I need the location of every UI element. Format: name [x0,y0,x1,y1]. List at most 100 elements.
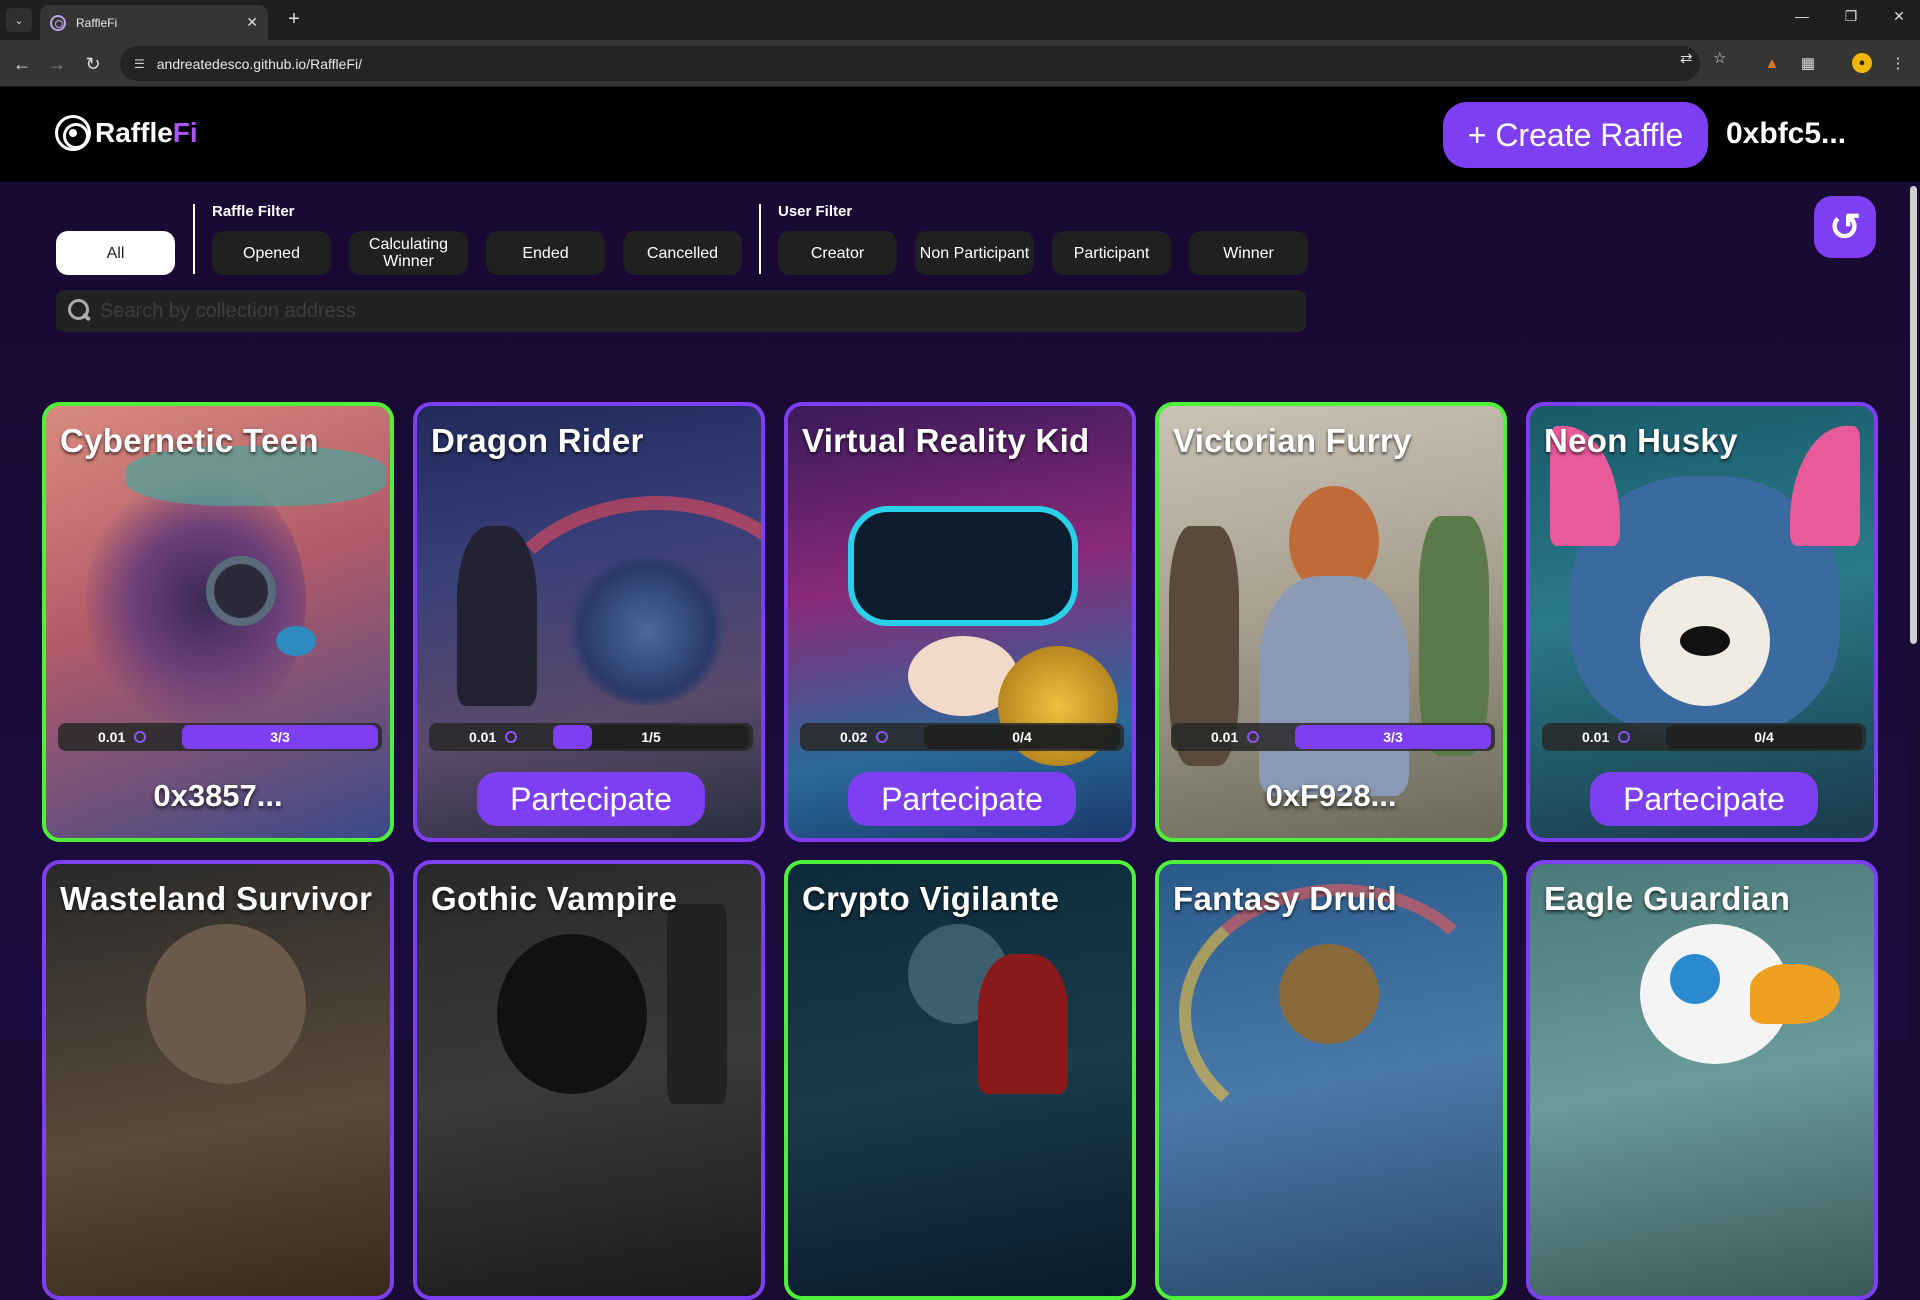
reload-icon[interactable]: ↻ [79,50,107,78]
create-raffle-button[interactable]: + Create Raffle [1443,102,1708,168]
raffle-stats: 0.02 0/4 [800,723,1124,751]
ticket-price: 0.01 [98,729,126,745]
eth-icon [1247,731,1259,743]
filter-divider [759,204,761,274]
filter-non-participant-button[interactable]: Non Participant [915,231,1034,275]
user-filter-title: User Filter [778,203,853,220]
filter-calculating-winner-button[interactable]: Calculating Winner [349,231,468,275]
page-scrollbar[interactable] [1907,182,1920,1040]
filter-opened-button[interactable]: Opened [212,231,331,275]
close-icon[interactable]: ✕ [246,14,258,31]
more-menu-icon[interactable]: ⋮ [1888,53,1908,73]
back-arrow-icon[interactable]: ← [8,50,36,78]
tickets-count: 0/4 [1754,729,1774,745]
site-info-icon[interactable]: ☰ [134,57,145,71]
tickets-progress: 3/3 [1295,725,1491,749]
bookmark-star-icon[interactable]: ☆ [1713,49,1726,67]
tickets-count: 0/4 [1012,729,1032,745]
card-title: Fantasy Druid [1173,880,1397,917]
logo-icon [55,115,91,151]
partecipate-button[interactable]: Partecipate [477,772,705,826]
card-title: Victorian Furry [1173,422,1412,459]
new-tab-button[interactable]: + [282,8,306,31]
nft-image [1159,406,1503,838]
tab-title: RaffleFi [76,15,118,30]
eth-icon [505,731,517,743]
logo-text: RaffleFi [95,117,198,148]
search-icon [66,297,94,325]
tickets-progress: 1/5 [553,725,749,749]
search-input[interactable] [100,299,1280,323]
forward-arrow-icon[interactable]: → [43,50,71,78]
rafflefi-logo[interactable]: RaffleFi [55,115,198,151]
scrollbar-thumb[interactable] [1910,186,1917,644]
nft-image [46,406,390,838]
refresh-icon: ↺ [1829,206,1861,249]
nft-image [417,864,761,1296]
tickets-progress: 0/4 [924,725,1120,749]
wallet-address[interactable]: 0xbfc5... [1726,117,1846,151]
tickets-count: 3/3 [270,729,290,745]
raffle-stats: 0.01 1/5 [429,723,753,751]
tickets-count: 1/5 [641,729,661,745]
chevron-down-icon: ⌄ [14,14,24,27]
minimize-icon[interactable]: — [1787,8,1817,24]
card-title: Neon Husky [1544,422,1738,459]
filter-ended-button[interactable]: Ended [486,231,605,275]
address-bar[interactable]: ☰ andreatedesco.github.io/RaffleFi/ [120,46,1700,81]
url-text: andreatedesco.github.io/RaffleFi/ [156,55,362,72]
card-title: Crypto Vigilante [802,880,1060,917]
tickets-count: 3/3 [1383,729,1403,745]
raffle-card[interactable]: Fantasy Druid [1155,860,1507,1300]
winner-address: 0x3857... [153,778,283,813]
card-title: Gothic Vampire [431,880,678,917]
partecipate-button[interactable]: Partecipate [1590,772,1818,826]
refresh-button[interactable]: ↺ [1814,196,1876,258]
raffle-stats: 0.01 3/3 [1171,723,1495,751]
app-header: RaffleFi + Create Raffle 0xbfc5... [0,87,1920,182]
browser-toolbar: ← → ↻ ☰ andreatedesco.github.io/RaffleFi… [0,40,1920,87]
raffle-card[interactable]: Virtual Reality Kid 0.02 0/4 Partecipate [784,402,1136,842]
card-title: Virtual Reality Kid [802,422,1090,459]
raffle-card[interactable]: Wasteland Survivor [42,860,394,1300]
browser-tab-strip: ⌄ RaffleFi ✕ + — ❐ ✕ [0,0,1920,40]
filter-all-button[interactable]: All [56,231,175,275]
card-title: Eagle Guardian [1544,880,1791,917]
raffle-card[interactable]: Dragon Rider 0.01 1/5 Partecipate [413,402,765,842]
eth-icon [1618,731,1630,743]
raffle-card[interactable]: Cybernetic Teen 0.01 3/3 0x3857... [42,402,394,842]
close-window-icon[interactable]: ✕ [1884,8,1914,25]
favicon-icon [50,14,66,31]
restore-icon[interactable]: ❐ [1836,8,1866,25]
card-title: Dragon Rider [431,422,644,459]
nft-image [788,864,1132,1296]
eth-icon [134,731,146,743]
tickets-progress: 3/3 [182,725,378,749]
browser-tab[interactable]: RaffleFi ✕ [40,5,268,40]
raffle-card[interactable]: Eagle Guardian [1526,860,1878,1300]
filter-divider [193,204,195,274]
partecipate-button[interactable]: Partecipate [848,772,1076,826]
filter-creator-button[interactable]: Creator [778,231,897,275]
ticket-price: 0.01 [1211,729,1239,745]
profile-avatar-icon[interactable]: ● [1852,53,1872,73]
ticket-price: 0.01 [469,729,497,745]
raffle-card[interactable]: Victorian Furry 0.01 3/3 0xF928... [1155,402,1507,842]
extensions-puzzle-icon[interactable]: ▦ [1798,53,1818,73]
filter-participant-button[interactable]: Participant [1052,231,1171,275]
raffle-stats: 0.01 3/3 [58,723,382,751]
tickets-progress: 0/4 [1666,725,1862,749]
nft-image [1159,864,1503,1296]
metamask-extension-icon[interactable]: ▲ [1762,53,1782,73]
raffle-filter-title: Raffle Filter [212,203,295,220]
nft-image [1530,864,1874,1296]
translate-icon[interactable]: ⇄ [1680,49,1693,67]
filter-cancelled-button[interactable]: Cancelled [623,231,742,275]
raffle-card[interactable]: Gothic Vampire [413,860,765,1300]
tab-search-button[interactable]: ⌄ [6,8,32,32]
filter-winner-button[interactable]: Winner [1189,231,1308,275]
raffle-stats: 0.01 0/4 [1542,723,1866,751]
raffle-card[interactable]: Crypto Vigilante [784,860,1136,1300]
ticket-price: 0.02 [840,729,868,745]
raffle-card[interactable]: Neon Husky 0.01 0/4 Partecipate [1526,402,1878,842]
